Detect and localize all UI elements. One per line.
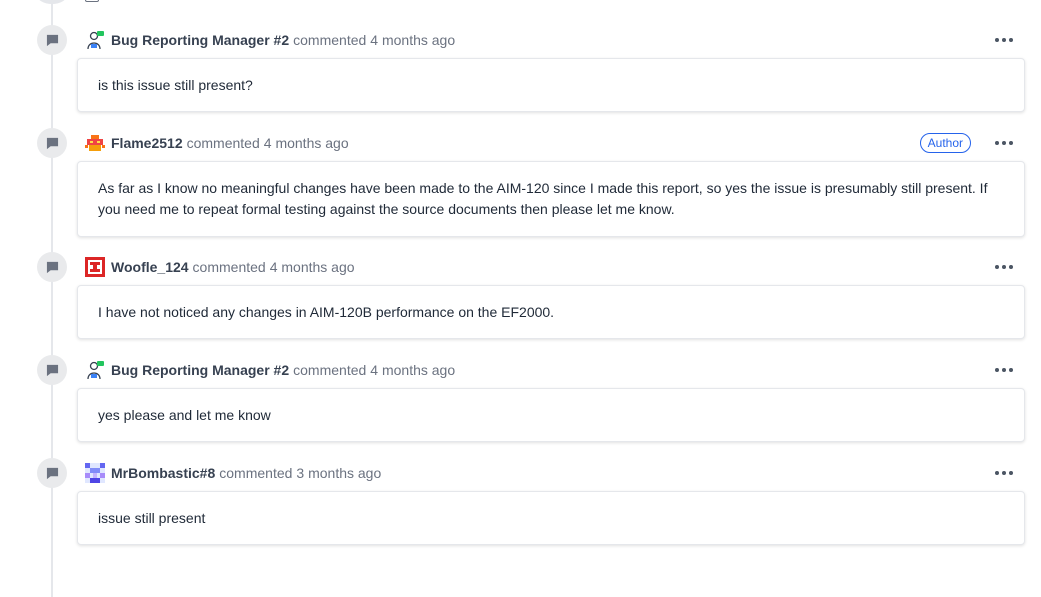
comment-time[interactable]: 3 months ago [296,465,381,481]
comment-header: Bug Reporting Manager #2 commented 4 mon… [85,355,1013,385]
more-options-icon[interactable] [995,264,1013,270]
comment-time[interactable]: 4 months ago [270,259,355,275]
comment-author[interactable]: Woofle_124 [111,259,189,275]
comment-text: issue still present [98,509,206,526]
comment-text: is this issue still present? [98,76,253,93]
comment-author[interactable]: Flame2512 [111,135,183,151]
flame-avatar[interactable] [85,133,105,153]
author-badge: Author [919,133,971,153]
manager-avatar[interactable] [85,30,105,50]
comment-node-icon [37,128,67,158]
mrbombastic-avatar[interactable] [85,463,105,483]
comment-header: MrBombastic#8 commented 3 months ago [85,458,1013,488]
timeline-line [51,0,53,597]
comment-header: Flame2512 commented 4 months ago Author [85,128,1013,158]
timeline-node [37,0,67,4]
comment-text: I have not noticed any changes in AIM-12… [98,303,555,320]
comment-node-icon [37,355,67,385]
more-options-icon[interactable] [995,37,1013,43]
comment-node-icon [37,458,67,488]
comment-node-icon [37,25,67,55]
woofle-avatar[interactable] [85,257,105,277]
more-options-icon[interactable] [995,367,1013,373]
comment-verb: commented [192,259,266,275]
comment-text: yes please and let me know [98,406,271,423]
manager-avatar[interactable] [85,360,105,380]
comment-header: Bug Reporting Manager #2 commented 4 mon… [85,25,1013,55]
comment-header: Woofle_124 commented 4 months ago [85,252,1013,282]
comment-body: is this issue still present? [77,58,1025,112]
comment-author[interactable]: MrBombastic#8 [111,465,215,481]
comment-time[interactable]: 4 months ago [370,362,455,378]
comment-body: issue still present [77,491,1025,545]
comment-time[interactable]: 4 months ago [264,135,349,151]
comment-author[interactable]: Bug Reporting Manager #2 [111,32,289,48]
comment-body: As far as I know no meaningful changes h… [77,161,1025,237]
more-options-icon[interactable] [995,470,1013,476]
comment-author[interactable]: Bug Reporting Manager #2 [111,362,289,378]
comment-verb: commented [293,32,367,48]
comment-node-icon [37,252,67,282]
partial-avatar-icon [85,0,99,2]
more-options-icon[interactable] [995,140,1013,146]
comment-verb: commented [219,465,293,481]
comment-body: yes please and let me know [77,388,1025,442]
comment-time[interactable]: 4 months ago [370,32,455,48]
comment-verb: commented [186,135,260,151]
comment-verb: commented [293,362,367,378]
comment-body: I have not noticed any changes in AIM-12… [77,285,1025,339]
comment-text: As far as I know no meaningful changes h… [98,180,988,217]
